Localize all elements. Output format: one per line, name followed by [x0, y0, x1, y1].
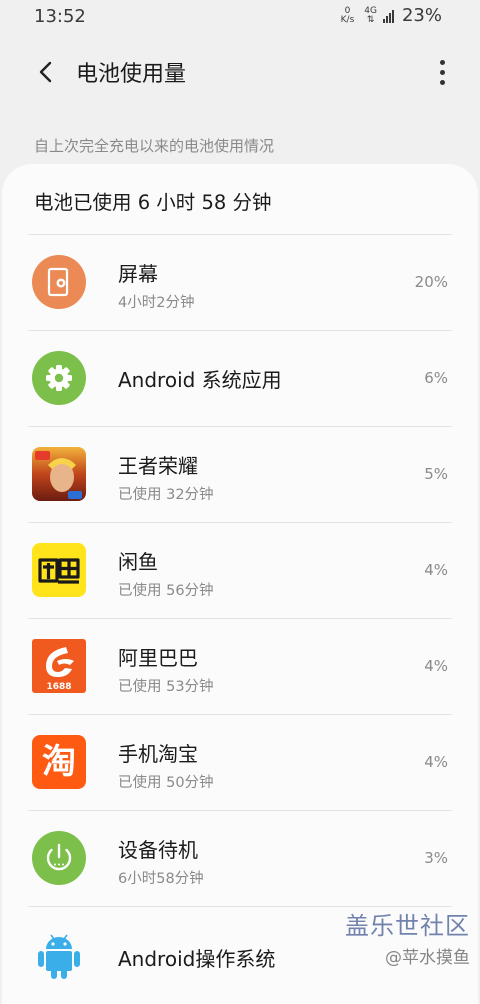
section-label: 自上次完全充电以来的电池使用情况	[34, 137, 275, 155]
app-usage-row-alibaba[interactable]: 1688 阿里巴巴 已使用 53分钟 4%	[28, 619, 452, 715]
app-usage-row-xianyu[interactable]: 闲鱼 已使用 56分钟 4%	[28, 523, 452, 619]
app-usage-percent: 4%	[424, 753, 448, 771]
android-robot-icon	[32, 927, 86, 981]
app-usage-time: 已使用 50分钟	[118, 775, 214, 791]
taobao-glyph: 淘	[42, 742, 76, 782]
back-arrow-icon	[39, 61, 52, 83]
app-name: 闲鱼	[118, 550, 158, 574]
status-bar: 13:52 0 K/s 4G ⇅ 23%	[0, 0, 480, 34]
status-time: 13:52	[34, 6, 86, 27]
app-bar: 电池使用量	[0, 44, 480, 100]
app-name: 手机淘宝	[118, 742, 198, 766]
app-usage-row-honor-of-kings[interactable]: 王者荣耀 已使用 32分钟 5%	[28, 427, 452, 523]
alibaba-1688-icon: 1688	[32, 639, 86, 693]
app-usage-row-taobao[interactable]: 淘 手机淘宝 已使用 50分钟 4%	[28, 715, 452, 811]
more-options-button[interactable]	[432, 54, 452, 90]
app-usage-time: 已使用 53分钟	[118, 679, 214, 695]
status-icons: 0 K/s 4G ⇅ 23%	[341, 5, 442, 26]
battery-percent: 23%	[401, 5, 442, 26]
battery-usage-card: 电池已使用 6 小时 58 分钟 屏幕 4小时2分钟 20% Android 系…	[2, 164, 478, 1004]
app-usage-row-device-standby[interactable]: 设备待机 6小时58分钟 3%	[28, 811, 452, 907]
app-usage-percent: 6%	[424, 369, 448, 387]
app-usage-row-android-system[interactable]: Android 系统应用 6%	[28, 331, 452, 427]
power-standby-icon	[32, 831, 86, 885]
app-name: 屏幕	[118, 262, 158, 286]
app-usage-time: 4小时2分钟	[118, 295, 195, 311]
app-usage-time: 已使用 32分钟	[118, 487, 214, 503]
app-usage-list: 屏幕 4小时2分钟 20% Android 系统应用 6% 王者荣耀 已使用 3…	[2, 235, 478, 1002]
app-usage-percent: 3%	[424, 849, 448, 867]
app-usage-percent: 20%	[414, 273, 448, 291]
honor-of-kings-icon	[32, 447, 86, 501]
app-name: 设备待机	[118, 838, 198, 862]
settings-gear-icon	[32, 351, 86, 405]
app-usage-row-screen[interactable]: 屏幕 4小时2分钟 20%	[28, 235, 452, 331]
data-arrows-icon: ⇅	[366, 14, 375, 25]
watermark-author: @苹水摸鱼	[385, 948, 470, 968]
community-watermark: 盖乐世社区 @苹水摸鱼	[345, 906, 470, 968]
app-usage-percent: 4%	[424, 561, 448, 579]
app-usage-time: 6小时58分钟	[118, 871, 204, 887]
network-type-icon: 4G ⇅	[364, 6, 377, 25]
app-usage-percent: 5%	[424, 465, 448, 483]
network-speed: 0 K/s	[340, 6, 355, 25]
battery-usage-summary: 电池已使用 6 小时 58 分钟	[34, 191, 272, 214]
app-name: 王者荣耀	[118, 454, 198, 478]
app-usage-percent: 4%	[424, 657, 448, 675]
xianyu-icon	[32, 543, 86, 597]
signal-strength-icon	[382, 9, 394, 23]
app-name: Android操作系统	[118, 947, 276, 971]
watermark-community-name: 盖乐世社区	[345, 912, 470, 940]
alibaba-badge-label: 1688	[46, 682, 71, 692]
back-button[interactable]	[26, 52, 66, 92]
taobao-icon: 淘	[32, 735, 86, 789]
app-name: 阿里巴巴	[118, 646, 198, 670]
more-vert-icon	[439, 59, 445, 65]
page-title: 电池使用量	[76, 62, 187, 87]
screen-icon	[32, 255, 86, 309]
app-usage-time: 已使用 56分钟	[118, 583, 214, 599]
app-name: Android 系统应用	[118, 368, 282, 392]
network-speed-unit: K/s	[340, 14, 355, 25]
